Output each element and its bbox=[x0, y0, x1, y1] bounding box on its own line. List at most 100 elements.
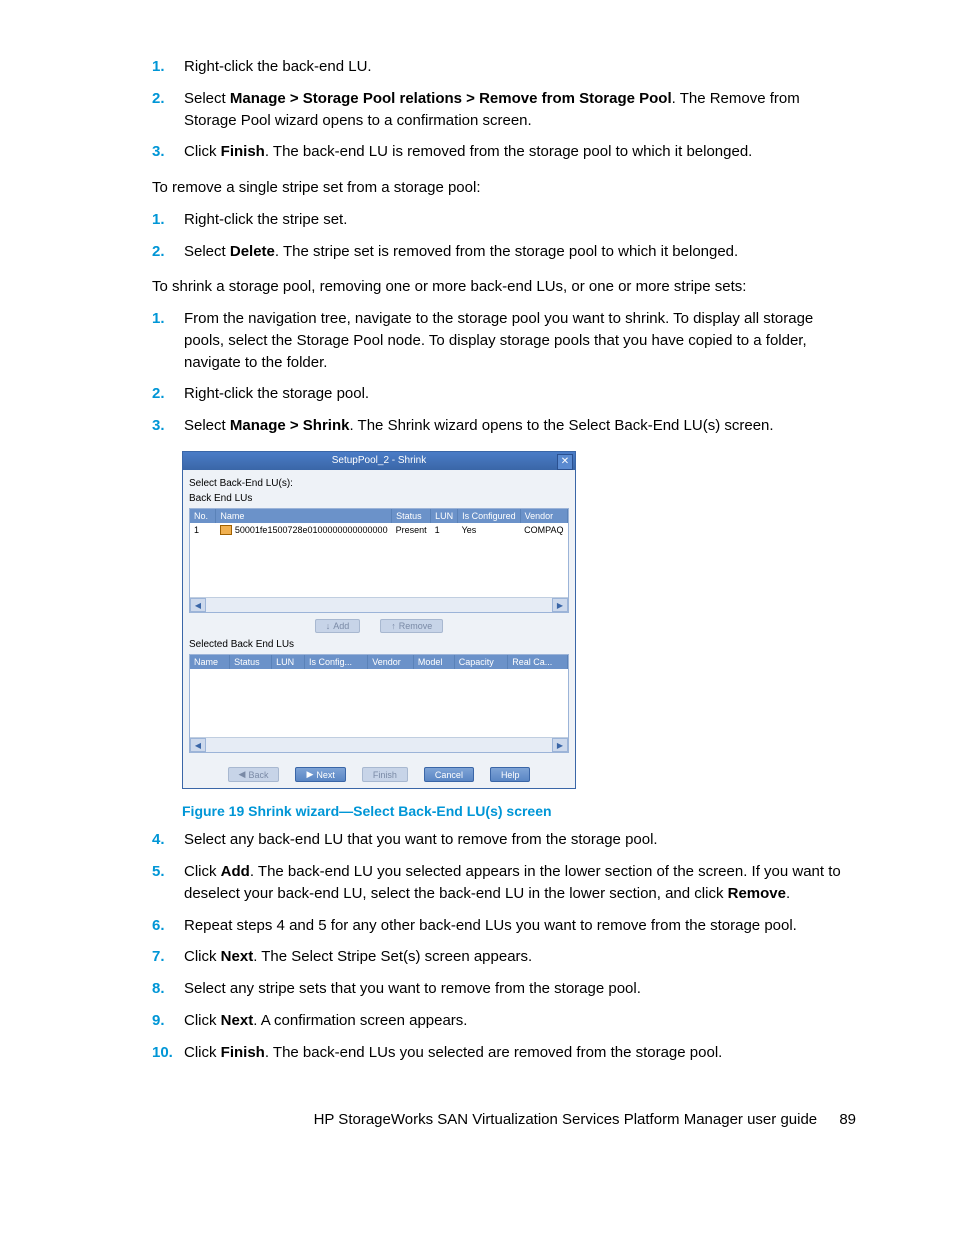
step-text: Click Next. The Select Stripe Set(s) scr… bbox=[184, 946, 856, 968]
bold-text: Manage > Shrink bbox=[230, 417, 350, 434]
column-header[interactable]: No. bbox=[190, 509, 216, 523]
step-number: 3. bbox=[152, 415, 184, 437]
text: Click bbox=[184, 948, 221, 965]
add-remove-row: ↓Add ↑Remove bbox=[189, 619, 569, 633]
column-header[interactable]: Is Configured bbox=[458, 509, 521, 523]
step-number: 1. bbox=[152, 56, 184, 78]
column-header[interactable]: LUN bbox=[272, 655, 305, 669]
step: 5. Click Add. The back-end LU you select… bbox=[152, 861, 856, 905]
finish-button[interactable]: Finish bbox=[362, 767, 408, 782]
arrow-left-icon: ◀ bbox=[239, 769, 246, 780]
footer-text: HP StorageWorks SAN Virtualization Servi… bbox=[314, 1111, 818, 1128]
step-text: From the navigation tree, navigate to th… bbox=[184, 308, 856, 373]
column-header[interactable]: Vendor bbox=[368, 655, 414, 669]
column-header[interactable]: Model bbox=[413, 655, 454, 669]
column-header[interactable]: Name bbox=[216, 509, 392, 523]
column-header[interactable]: Vendor bbox=[520, 509, 567, 523]
cell-no: 1 bbox=[190, 523, 216, 538]
next-button[interactable]: ▶Next bbox=[295, 767, 345, 782]
step-text: Right-click the back-end LU. bbox=[184, 56, 856, 78]
text: . The stripe set is removed from the sto… bbox=[275, 243, 738, 260]
back-button[interactable]: ◀Back bbox=[228, 767, 280, 782]
bold-text: Add bbox=[221, 863, 250, 880]
arrow-up-icon: ↑ bbox=[391, 621, 396, 631]
procedure-shrink-part1: 1. From the navigation tree, navigate to… bbox=[152, 308, 856, 437]
column-header[interactable]: Name bbox=[190, 655, 230, 669]
step-text: Click Add. The back-end LU you selected … bbox=[184, 861, 856, 905]
scroll-right-icon[interactable]: ▶ bbox=[552, 738, 568, 752]
column-header[interactable]: LUN bbox=[431, 509, 458, 523]
text: . The back-end LUs you selected are remo… bbox=[265, 1044, 722, 1061]
cell-vendor: COMPAQ bbox=[520, 523, 567, 538]
cell-lun: 1 bbox=[431, 523, 458, 538]
column-header[interactable]: Status bbox=[230, 655, 272, 669]
dialog-body: Select Back-End LU(s): Back End LUs No. … bbox=[183, 470, 575, 789]
close-icon[interactable]: ✕ bbox=[557, 454, 573, 470]
step: 3. Select Manage > Shrink. The Shrink wi… bbox=[152, 415, 856, 437]
arrow-right-icon: ▶ bbox=[306, 769, 313, 780]
select-label: Select Back-End LU(s): bbox=[189, 478, 569, 489]
step-number: 10. bbox=[152, 1042, 184, 1064]
paragraph: To remove a single stripe set from a sto… bbox=[152, 177, 856, 199]
step-number: 1. bbox=[152, 209, 184, 231]
step: 9. Click Next. A confirmation screen app… bbox=[152, 1010, 856, 1032]
column-header[interactable]: Real Ca... bbox=[508, 655, 568, 669]
page-number: 89 bbox=[839, 1111, 856, 1128]
selected-lus-table-wrap: Name Status LUN Is Config... Vendor Mode… bbox=[189, 654, 569, 753]
horizontal-scrollbar[interactable]: ◀ ▶ bbox=[190, 597, 568, 612]
button-label: Next bbox=[316, 770, 335, 780]
text: . bbox=[786, 885, 790, 902]
horizontal-scrollbar[interactable]: ◀ ▶ bbox=[190, 737, 568, 752]
column-header[interactable]: Status bbox=[392, 509, 431, 523]
section-label: Back End LUs bbox=[189, 493, 569, 504]
step-number: 2. bbox=[152, 88, 184, 132]
text: Click bbox=[184, 1012, 221, 1029]
scroll-left-icon[interactable]: ◀ bbox=[190, 598, 206, 612]
column-header[interactable]: Is Config... bbox=[304, 655, 367, 669]
table-row[interactable]: 1 50001fe1500728e0100000000000000 Presen… bbox=[190, 523, 568, 538]
step: 4. Select any back-end LU that you want … bbox=[152, 829, 856, 851]
procedure-remove-stripe: 1. Right-click the stripe set. 2. Select… bbox=[152, 209, 856, 263]
bold-text: Next bbox=[221, 1012, 254, 1029]
step-text: Right-click the storage pool. bbox=[184, 383, 856, 405]
step-text: Click Next. A confirmation screen appear… bbox=[184, 1010, 856, 1032]
dialog-titlebar[interactable]: SetupPool_2 - Shrink ✕ bbox=[183, 452, 575, 470]
bold-text: Next bbox=[221, 948, 254, 965]
help-button[interactable]: Help bbox=[490, 767, 531, 782]
table-header-row: Name Status LUN Is Config... Vendor Mode… bbox=[190, 655, 568, 669]
back-end-lus-table: No. Name Status LUN Is Configured Vendor… bbox=[190, 509, 568, 538]
scroll-left-icon[interactable]: ◀ bbox=[190, 738, 206, 752]
back-end-lus-table-wrap: No. Name Status LUN Is Configured Vendor… bbox=[189, 508, 569, 614]
step-number: 2. bbox=[152, 241, 184, 263]
add-button[interactable]: ↓Add bbox=[315, 619, 361, 633]
cell-configured: Yes bbox=[458, 523, 521, 538]
scroll-right-icon[interactable]: ▶ bbox=[552, 598, 568, 612]
remove-button[interactable]: ↑Remove bbox=[380, 619, 443, 633]
scroll-track[interactable] bbox=[206, 738, 552, 752]
step: 1. Right-click the back-end LU. bbox=[152, 56, 856, 78]
shrink-wizard-dialog: SetupPool_2 - Shrink ✕ Select Back-End L… bbox=[182, 451, 576, 790]
step-text: Repeat steps 4 and 5 for any other back-… bbox=[184, 915, 856, 937]
table-viewport bbox=[190, 537, 568, 597]
scroll-track[interactable] bbox=[206, 598, 552, 612]
document-page: 1. Right-click the back-end LU. 2. Selec… bbox=[0, 0, 954, 1180]
text: Select bbox=[184, 243, 230, 260]
bold-text: Delete bbox=[230, 243, 275, 260]
disk-icon bbox=[220, 525, 232, 535]
button-label: Add bbox=[333, 621, 349, 631]
cell-text: 50001fe1500728e0100000000000000 bbox=[235, 525, 388, 535]
text: Select bbox=[184, 417, 230, 434]
step-number: 2. bbox=[152, 383, 184, 405]
bold-text: Remove bbox=[728, 885, 786, 902]
bold-text: Finish bbox=[221, 143, 265, 160]
step: 10. Click Finish. The back-end LUs you s… bbox=[152, 1042, 856, 1064]
step: 1. From the navigation tree, navigate to… bbox=[152, 308, 856, 373]
column-header[interactable]: Capacity bbox=[454, 655, 508, 669]
text: . The Select Stripe Set(s) screen appear… bbox=[253, 948, 532, 965]
step: 6. Repeat steps 4 and 5 for any other ba… bbox=[152, 915, 856, 937]
cancel-button[interactable]: Cancel bbox=[424, 767, 474, 782]
table-viewport bbox=[190, 669, 568, 737]
step-text: Click Finish. The back-end LU is removed… bbox=[184, 141, 856, 163]
table-header-row: No. Name Status LUN Is Configured Vendor bbox=[190, 509, 568, 523]
step-number: 6. bbox=[152, 915, 184, 937]
